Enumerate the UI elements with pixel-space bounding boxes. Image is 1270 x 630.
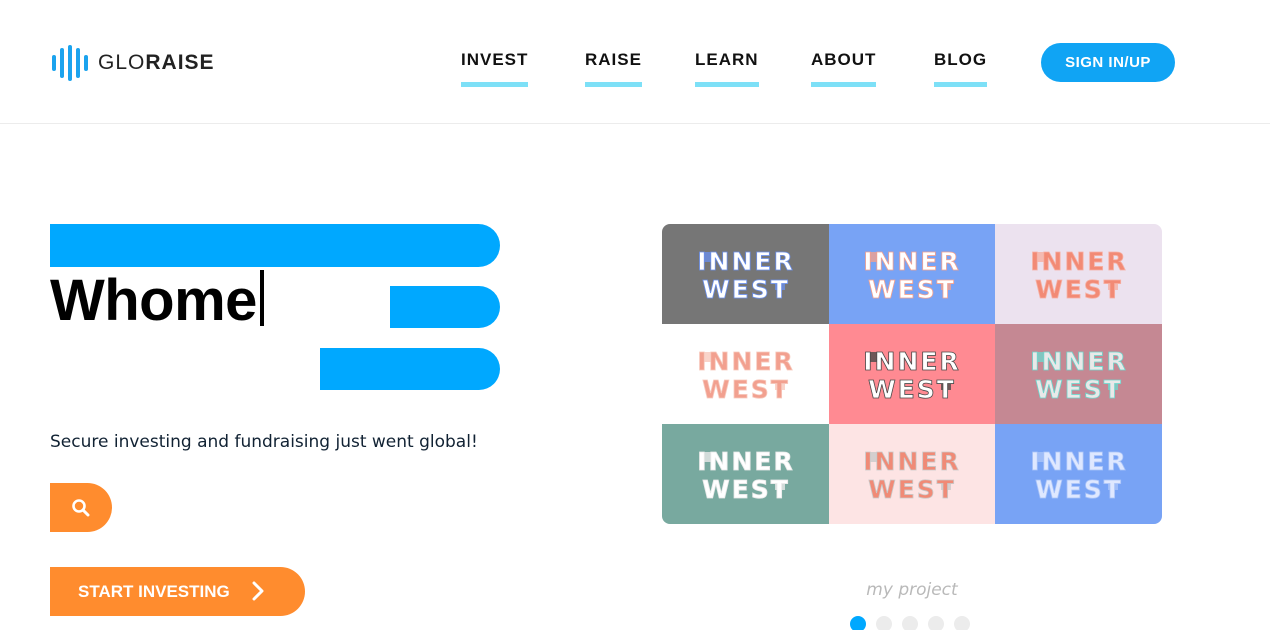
artwork-text: WEST: [1035, 475, 1123, 502]
artwork-text: WEST: [868, 375, 956, 402]
artwork-text: WEST: [868, 275, 956, 302]
inner-west-artwork: INNERWEST: [1029, 247, 1127, 302]
artwork-text: WEST: [1035, 375, 1123, 402]
inner-west-artwork: INNERWEST: [1029, 347, 1127, 402]
gallery-tile[interactable]: INNER WEST: [662, 424, 829, 524]
hero-bar-middle: [390, 286, 500, 328]
gallery-tile[interactable]: INNER WEST: [995, 224, 1162, 324]
gallery-tile[interactable]: INNER WEST: [662, 324, 829, 424]
artwork-text: WEST: [868, 475, 956, 502]
sign-in-button[interactable]: SIGN IN/UP: [1041, 43, 1175, 82]
nav-learn[interactable]: LEARN: [695, 50, 759, 87]
nav-raise[interactable]: RAISE: [585, 50, 642, 87]
inner-west-artwork: INNERWEST: [863, 247, 960, 302]
nav-underline: [811, 82, 877, 87]
soundwave-icon: [50, 45, 88, 81]
artwork-text: INNER: [697, 447, 794, 476]
carousel-dot[interactable]: [902, 616, 918, 630]
gallery-tile[interactable]: INNER WEST: [995, 424, 1162, 524]
artwork-text: INNER: [1030, 247, 1127, 276]
inner-west-artwork: INNERWEST: [696, 247, 794, 302]
search-icon: [72, 498, 90, 516]
gallery-tile[interactable]: INNER WEST: [829, 324, 995, 424]
carousel-dot[interactable]: [928, 616, 944, 630]
chevron-right-icon: [252, 581, 264, 601]
artwork-text: INNER: [1030, 347, 1127, 376]
nav-underline: [695, 82, 759, 87]
artwork-text: INNER: [697, 247, 794, 276]
artwork-text: INNER: [697, 347, 794, 376]
project-gallery[interactable]: INNER WEST INNER WEST INNER WEST INNER WEST INNE…: [662, 224, 1162, 524]
gallery-tile[interactable]: INNER WEST: [829, 424, 995, 524]
artwork-text: WEST: [702, 375, 790, 402]
artwork-text: WEST: [702, 275, 790, 302]
brand-logo[interactable]: GLORAISE: [50, 45, 215, 81]
start-investing-label: START INVESTING: [78, 581, 230, 601]
carousel-dot[interactable]: [876, 616, 892, 630]
nav-underline: [585, 82, 642, 87]
brand-name: GLORAISE: [98, 51, 215, 74]
inner-west-artwork: INNERWEST: [696, 447, 794, 502]
artwork-text: INNER: [863, 347, 960, 376]
nav-blog[interactable]: BLOG: [934, 50, 988, 87]
nav-underline: [934, 82, 988, 87]
gallery-caption: my project: [866, 580, 958, 600]
gallery-tile[interactable]: INNER WEST: [995, 324, 1162, 424]
hero-bar-top: [50, 224, 500, 267]
nav-invest[interactable]: INVEST: [461, 50, 529, 87]
artwork-text: WEST: [1035, 275, 1123, 302]
gallery-tile[interactable]: INNER WEST: [829, 224, 995, 324]
carousel-dot[interactable]: [850, 616, 866, 630]
nav-about[interactable]: ABOUT: [811, 50, 877, 87]
inner-west-artwork: INNERWEST: [863, 447, 960, 502]
artwork-text: INNER: [863, 247, 960, 276]
carousel-dots: [850, 616, 970, 630]
text-cursor: [259, 270, 264, 326]
artwork-text: INNER: [863, 447, 960, 476]
gallery-tile[interactable]: INNER WEST: [662, 224, 829, 324]
artwork-text: INNER: [1030, 447, 1127, 476]
artwork-text: WEST: [702, 475, 790, 502]
carousel-dot[interactable]: [954, 616, 970, 630]
nav-underline: [461, 82, 529, 87]
search-button[interactable]: [50, 483, 112, 532]
site-header: GLORAISE INVEST RAISE LEARN ABOUT BLOG S…: [0, 0, 1270, 124]
inner-west-artwork: INNERWEST: [696, 347, 794, 402]
hero-typed-heading: Whome: [50, 266, 264, 336]
inner-west-artwork: INNERWEST: [863, 347, 960, 402]
hero-tagline: Secure investing and fundraising just we…: [50, 432, 478, 452]
hero-bar-bottom: [320, 348, 500, 390]
inner-west-artwork: INNERWEST: [1029, 447, 1127, 502]
start-investing-button[interactable]: START INVESTING: [50, 567, 305, 616]
